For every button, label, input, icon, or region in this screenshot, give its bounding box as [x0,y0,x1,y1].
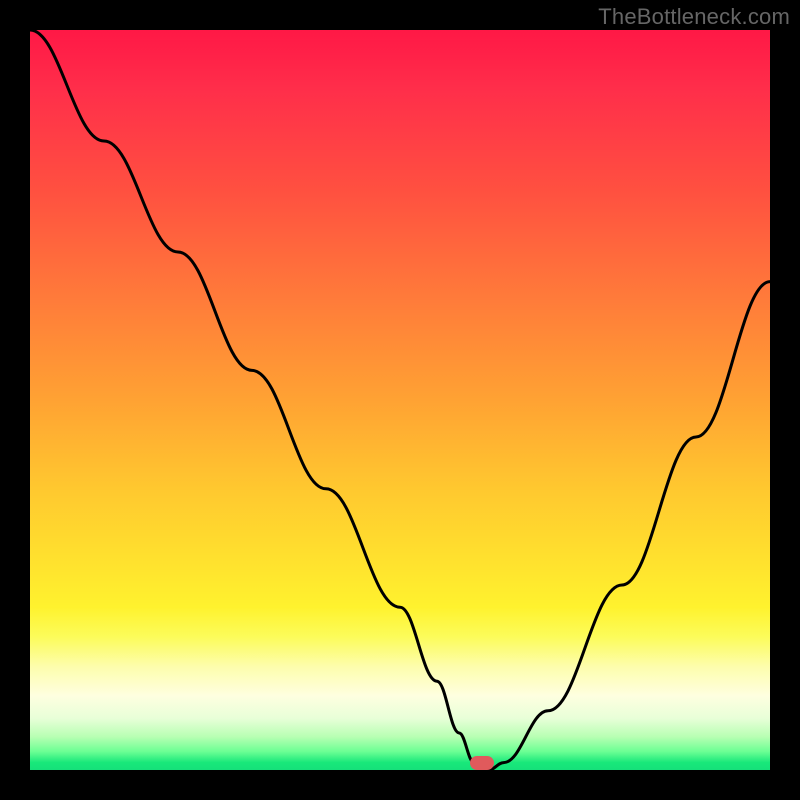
plot-area [30,30,770,770]
chart-stage: TheBottleneck.com [0,0,800,800]
curve-svg [30,30,770,770]
plot-frame [30,30,770,770]
attribution-label: TheBottleneck.com [598,4,790,30]
optimal-marker [470,756,494,770]
bottleneck-curve [30,30,770,770]
